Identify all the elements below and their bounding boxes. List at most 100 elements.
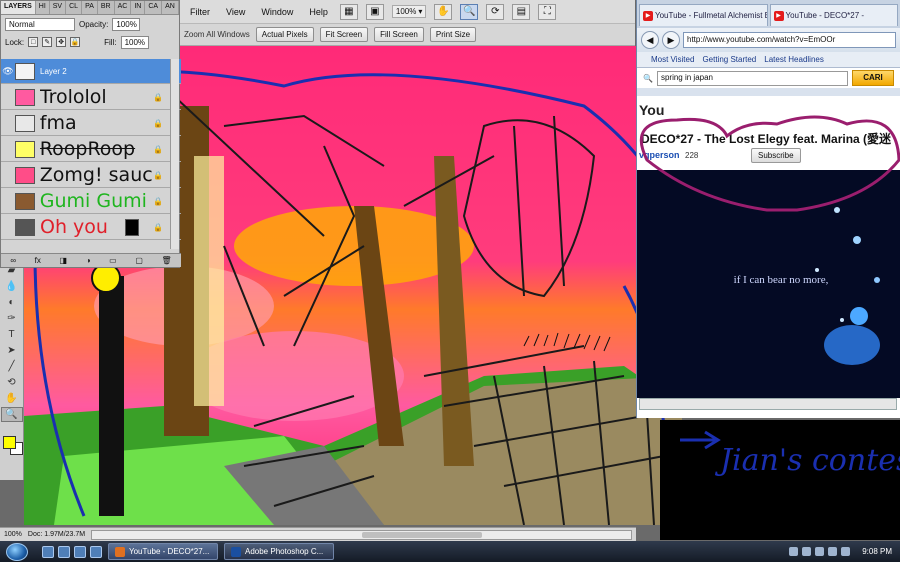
lock-pixels-icon[interactable]: ✎ <box>42 37 53 47</box>
start-button[interactable] <box>6 542 28 561</box>
switch-windows-icon[interactable] <box>90 545 102 558</box>
bookmark-getting-started[interactable]: Getting Started <box>702 55 756 64</box>
bookmark-latest-headlines[interactable]: Latest Headlines <box>764 55 824 64</box>
blend-row: Normal Opacity: 100% <box>1 15 179 33</box>
rotate-view-icon[interactable]: ⟳ <box>486 3 505 20</box>
bookmark-most-visited[interactable]: Most Visited <box>651 55 694 64</box>
blend-mode-select[interactable]: Normal <box>5 17 75 31</box>
new-group-icon[interactable]: ▭ <box>109 256 117 265</box>
path-select-tool-icon[interactable]: ➤ <box>1 343 23 358</box>
url-bar[interactable]: http://www.youtube.com/watch?v=EmOOr <box>683 32 896 48</box>
back-icon[interactable]: ◀ <box>641 31 659 49</box>
tab-brushes[interactable]: BR <box>98 1 115 14</box>
hand-tool-icon[interactable]: ✋ <box>1 391 23 406</box>
search-button[interactable]: CARI <box>852 70 894 86</box>
fit-screen-button[interactable]: Fit Screen <box>319 27 369 42</box>
layer-row[interactable]: 👁 Layer 2 <box>1 59 181 84</box>
trash-icon[interactable]: 🗑 <box>162 256 172 265</box>
fill-screen-button[interactable]: Fill Screen <box>374 27 424 42</box>
actual-pixels-button[interactable]: Actual Pixels <box>255 27 314 42</box>
screen-mode-toggle-icon[interactable]: ⛶ <box>538 3 557 20</box>
opacity-field[interactable]: 100% <box>112 17 141 31</box>
dodge-tool-icon[interactable]: ◐ <box>1 295 23 310</box>
zoom-tool-icon[interactable]: 🔍 <box>460 3 479 20</box>
fill-field[interactable]: 100% <box>120 35 149 49</box>
sitting-figure <box>824 325 880 365</box>
arrange-documents-icon[interactable]: ▤ <box>512 3 531 20</box>
tab-animation[interactable]: AN <box>162 1 179 14</box>
lock-position-icon[interactable]: ✥ <box>56 37 67 47</box>
add-mask-icon[interactable]: ◨ <box>60 256 68 265</box>
layers-scrollbar[interactable] <box>170 59 179 249</box>
chevron-down-icon: ▾ <box>418 7 423 16</box>
tab-fma[interactable]: ▶ YouTube - Fullmetal Alchemist Broth... <box>639 4 768 26</box>
blur-tool-icon[interactable]: 💧 <box>1 279 23 294</box>
menu-filter[interactable]: Filter <box>186 5 214 19</box>
tab-swatches[interactable]: SV <box>50 1 67 14</box>
menu-window[interactable]: Window <box>257 5 297 19</box>
status-zoom[interactable]: 100% <box>4 531 22 538</box>
show-desktop-icon[interactable] <box>42 545 54 558</box>
tab-paths[interactable]: PA <box>82 1 98 14</box>
youtube-search-input[interactable]: spring in japan <box>656 70 848 86</box>
lock-transparent-icon[interactable]: □ <box>28 37 39 47</box>
tray-arrow-icon[interactable] <box>789 547 799 556</box>
zoom-all-windows-label[interactable]: Zoom All Windows <box>184 30 250 39</box>
layer-row[interactable]: Oh you 🔒 <box>1 215 181 240</box>
shape-tool-icon[interactable]: ╱ <box>1 359 23 374</box>
layer-thumbnail <box>14 114 35 132</box>
layer-row[interactable]: RoopRoop 🔒 <box>1 137 181 162</box>
volume-icon[interactable] <box>815 547 825 556</box>
canvas-hscrollbar[interactable] <box>91 529 632 540</box>
language-icon[interactable] <box>828 547 838 556</box>
tab-adjustments[interactable]: AC <box>115 1 132 14</box>
forward-icon[interactable]: ▶ <box>662 31 680 49</box>
tab-layers[interactable]: LAYERS <box>1 1 36 14</box>
eye-icon[interactable]: 👁 <box>1 66 15 77</box>
grid-icon[interactable]: ▦ <box>339 3 358 20</box>
tab-channels[interactable]: CA <box>145 1 163 14</box>
tab-deco[interactable]: ▶ YouTube - DECO*27 - <box>769 4 898 26</box>
lock-all-icon[interactable]: 🔒 <box>70 37 81 47</box>
explorer-icon[interactable] <box>58 545 70 558</box>
lock-icon: 🔒 <box>153 92 163 102</box>
screen-mode-icon[interactable]: ▣ <box>365 3 384 20</box>
3d-rotate-tool-icon[interactable]: ⟲ <box>1 375 23 390</box>
layer-row[interactable]: Zomg! sauce! 🔒 <box>1 163 181 188</box>
taskbar-photoshop[interactable]: Adobe Photoshop C... <box>224 543 334 560</box>
type-tool-icon[interactable]: T <box>1 327 23 342</box>
menu-help[interactable]: Help <box>305 5 332 19</box>
network-icon[interactable] <box>802 547 812 556</box>
layer-name: Layer 2 <box>40 66 67 76</box>
adjustment-layer-icon[interactable]: ◑ <box>86 256 91 265</box>
layer-thumbnail <box>14 140 35 158</box>
menu-view[interactable]: View <box>222 5 249 19</box>
task-label: YouTube - DECO*27... <box>129 547 210 556</box>
power-icon[interactable] <box>841 547 851 556</box>
tab-info[interactable]: IN <box>131 1 146 14</box>
scroll-thumb[interactable] <box>361 531 482 538</box>
clock[interactable]: 9:08 PM <box>862 547 892 556</box>
zoom-tool-icon[interactable]: 🔍 <box>0 407 23 422</box>
browser-hscrollbar[interactable] <box>639 398 897 410</box>
tab-history[interactable]: HI <box>36 1 50 14</box>
layer-row[interactable]: fma 🔒 <box>1 111 181 136</box>
zoom-level-select[interactable]: 100% ▾ <box>391 5 427 18</box>
layer-row[interactable]: Trololol 🔒 <box>1 85 181 110</box>
media-player-icon[interactable] <box>74 545 86 558</box>
layer-name: Trololol <box>39 86 107 108</box>
tab-color[interactable]: CL <box>66 1 83 14</box>
taskbar-firefox[interactable]: YouTube - DECO*27... <box>108 543 218 560</box>
link-layers-icon[interactable]: ∞ <box>10 256 16 265</box>
lamp-head <box>91 263 121 293</box>
layer-row[interactable]: Gumi Gumi Gum 🔒 <box>1 189 181 214</box>
pen-tool-icon[interactable]: ✑ <box>1 311 23 326</box>
hand-tool-icon[interactable]: ✋ <box>434 3 453 20</box>
layer-thumbnail <box>15 62 35 80</box>
layer-name: Gumi Gumi Gum <box>39 190 153 212</box>
layer-style-icon[interactable]: fx <box>35 256 41 265</box>
print-size-button[interactable]: Print Size <box>429 27 477 42</box>
lock-icon: 🔒 <box>153 144 163 154</box>
new-layer-icon[interactable]: ▢ <box>135 256 143 265</box>
foreground-color-swatch[interactable] <box>3 436 16 449</box>
